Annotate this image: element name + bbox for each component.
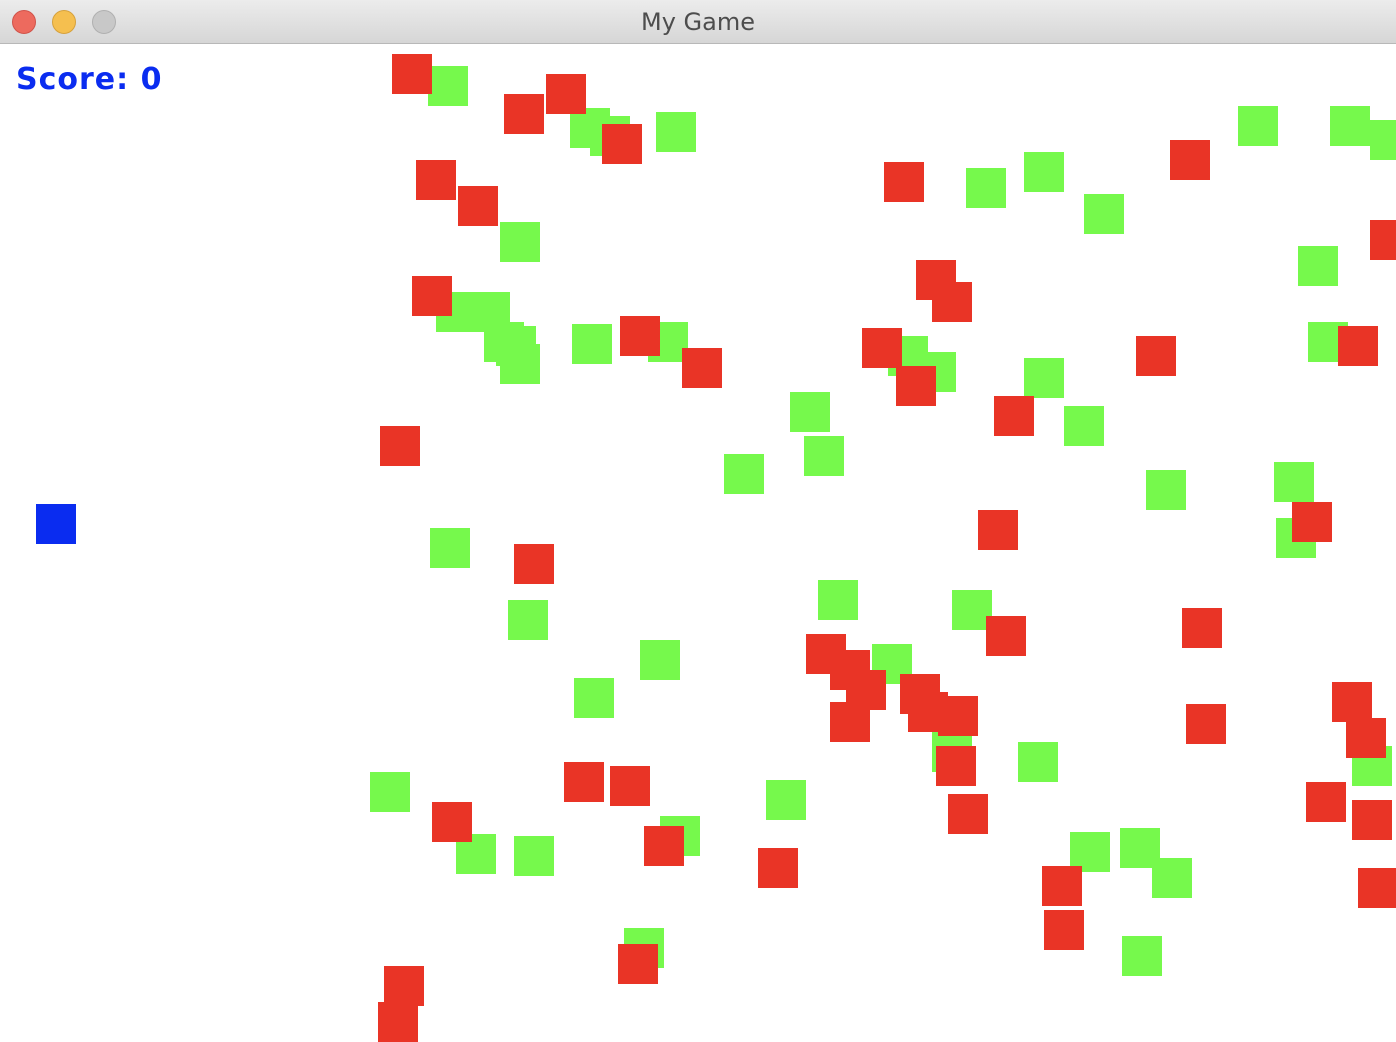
enemy-block <box>620 316 660 356</box>
enemy-block <box>896 366 936 406</box>
food-block <box>1064 406 1104 446</box>
food-block <box>572 324 612 364</box>
food-block <box>1084 194 1124 234</box>
food-block <box>790 392 830 432</box>
enemy-block <box>994 396 1034 436</box>
enemy-block <box>384 966 424 1006</box>
food-block <box>1152 858 1192 898</box>
enemy-block <box>602 124 642 164</box>
food-block <box>1024 358 1064 398</box>
enemy-block <box>1186 704 1226 744</box>
enemy-block <box>1306 782 1346 822</box>
enemy-block <box>564 762 604 802</box>
enemy-block <box>1292 502 1332 542</box>
enemy-block <box>978 510 1018 550</box>
food-block <box>818 580 858 620</box>
enemy-block <box>378 1002 418 1042</box>
food-block <box>966 168 1006 208</box>
enemy-block <box>830 702 870 742</box>
enemy-block <box>1044 910 1084 950</box>
enemy-block <box>610 766 650 806</box>
enemy-block <box>504 94 544 134</box>
window-title: My Game <box>641 8 755 36</box>
game-canvas[interactable]: Score: 0 <box>0 44 1396 1042</box>
enemy-block <box>682 348 722 388</box>
enemy-block <box>392 54 432 94</box>
enemy-block <box>412 276 452 316</box>
food-block <box>1370 120 1396 160</box>
food-block <box>1274 462 1314 502</box>
enemy-block <box>862 328 902 368</box>
enemy-block <box>986 616 1026 656</box>
enemy-block <box>1338 326 1378 366</box>
food-block <box>574 678 614 718</box>
food-block <box>500 222 540 262</box>
enemy-block <box>938 696 978 736</box>
enemy-block <box>380 426 420 466</box>
food-block <box>1122 936 1162 976</box>
enemy-block <box>644 826 684 866</box>
food-block <box>656 112 696 152</box>
enemy-block <box>1332 682 1372 722</box>
food-block <box>1330 106 1370 146</box>
enemy-block <box>1042 866 1082 906</box>
food-block <box>804 436 844 476</box>
food-block <box>1024 152 1064 192</box>
score-display: Score: 0 <box>16 62 162 97</box>
score-label: Score: <box>16 62 130 97</box>
food-block <box>508 600 548 640</box>
food-block <box>724 454 764 494</box>
player-block <box>36 504 76 544</box>
enemy-block <box>1352 800 1392 840</box>
food-block <box>430 528 470 568</box>
food-block <box>428 66 468 106</box>
food-block <box>1018 742 1058 782</box>
food-block <box>1146 470 1186 510</box>
enemy-block <box>618 944 658 984</box>
food-block <box>1238 106 1278 146</box>
enemy-block <box>514 544 554 584</box>
food-block <box>766 780 806 820</box>
enemy-block <box>416 160 456 200</box>
enemy-block <box>884 162 924 202</box>
window-titlebar: My Game <box>0 0 1396 44</box>
enemy-block <box>1182 608 1222 648</box>
enemy-block <box>1346 718 1386 758</box>
enemy-block <box>936 746 976 786</box>
enemy-block <box>1136 336 1176 376</box>
enemy-block <box>1358 868 1396 908</box>
enemy-block <box>758 848 798 888</box>
enemy-block <box>458 186 498 226</box>
enemy-block <box>948 794 988 834</box>
enemy-block <box>1370 220 1396 260</box>
enemy-block <box>546 74 586 114</box>
enemy-block <box>432 802 472 842</box>
food-block <box>1298 246 1338 286</box>
food-block <box>500 344 540 384</box>
score-value: 0 <box>140 62 163 97</box>
food-block <box>370 772 410 812</box>
food-block <box>514 836 554 876</box>
enemy-block <box>1170 140 1210 180</box>
enemy-block <box>932 282 972 322</box>
food-block <box>640 640 680 680</box>
